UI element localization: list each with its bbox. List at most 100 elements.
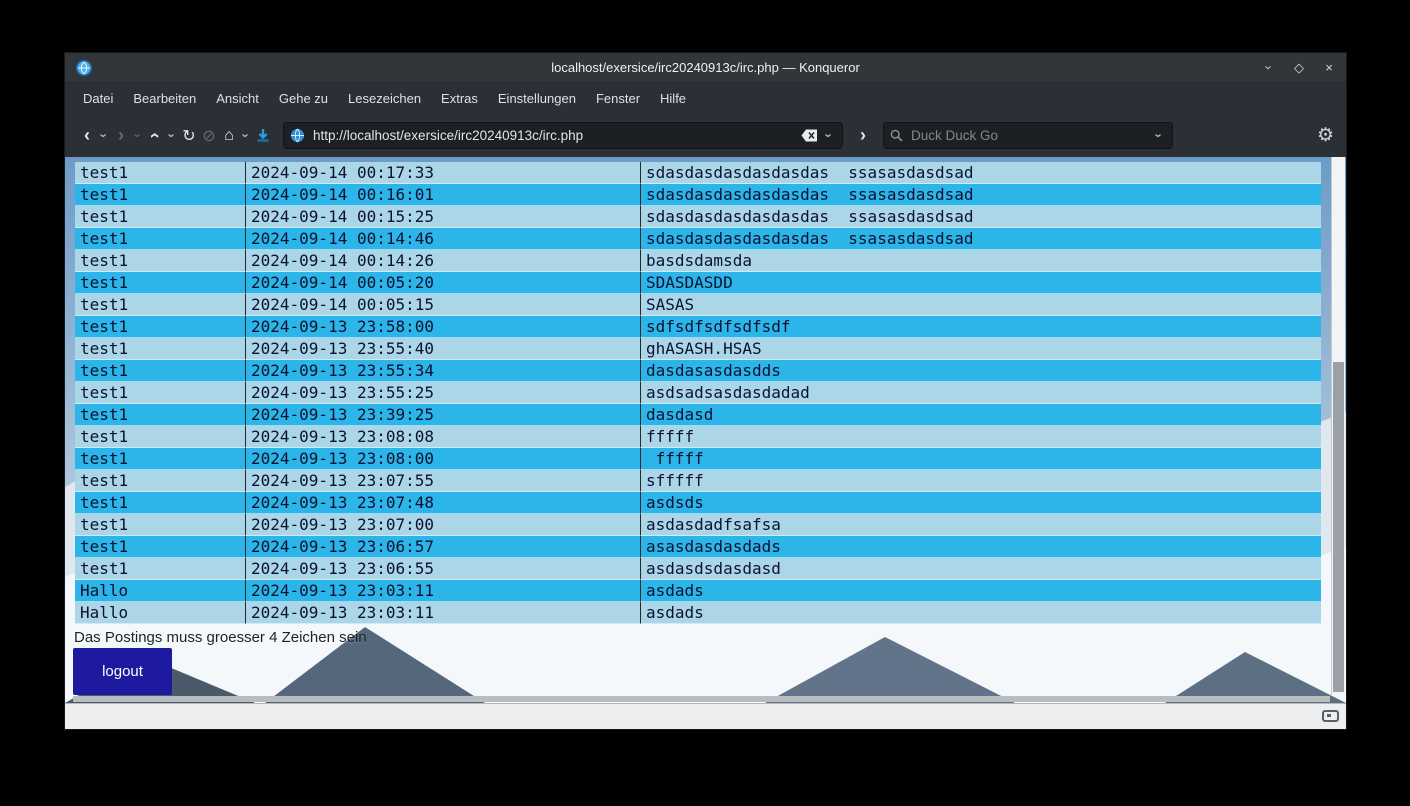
menu-gehe-zu[interactable]: Gehe zu [269, 86, 338, 111]
menu-lesezeichen[interactable]: Lesezeichen [338, 86, 431, 111]
search-engine-dropdown-icon[interactable]: › [1152, 129, 1167, 143]
url-input[interactable] [311, 127, 797, 144]
back-button[interactable]: ‹ [77, 123, 97, 149]
clear-url-icon[interactable] [801, 129, 818, 142]
time-cell: 2024-09-14 00:16:01 [245, 184, 640, 206]
chat-table: test12024-09-14 00:17:33sdasdasdasdasdas… [75, 162, 1321, 624]
message-cell: sdasdasdasdasdasdas ssasasdasdsad [640, 206, 1321, 228]
up-dropdown-icon[interactable]: › [165, 129, 180, 143]
time-cell: 2024-09-14 00:14:46 [245, 228, 640, 250]
user-cell: test1 [75, 448, 245, 470]
message-cell: asdsadsasdasdadad [640, 382, 1321, 404]
time-cell: 2024-09-13 23:55:40 [245, 338, 640, 360]
time-cell: 2024-09-13 23:06:55 [245, 558, 640, 580]
time-cell: 2024-09-13 23:08:00 [245, 448, 640, 470]
minimize-icon: › [1262, 65, 1277, 69]
chat-row: test12024-09-13 23:55:25asdsadsasdasdada… [75, 382, 1321, 404]
time-cell: 2024-09-13 23:08:08 [245, 426, 640, 448]
chat-row: test12024-09-13 23:06:57asasdasdasdads [75, 536, 1321, 558]
forward-button[interactable]: › [111, 123, 131, 149]
user-cell: test1 [75, 272, 245, 294]
back-icon: ‹ [84, 125, 90, 146]
status-bar [65, 703, 1346, 729]
close-icon: × [1325, 60, 1333, 75]
url-bar[interactable]: › [283, 122, 843, 149]
chat-row: test12024-09-13 23:08:08fffff [75, 426, 1321, 448]
menu-bearbeiten[interactable]: Bearbeiten [123, 86, 206, 111]
time-cell: 2024-09-13 23:07:00 [245, 514, 640, 536]
back-history-dropdown-icon[interactable]: › [97, 129, 112, 143]
user-cell: test1 [75, 228, 245, 250]
up-button[interactable]: ‹ [145, 123, 165, 149]
navigation-toolbar: ‹ › › › ‹ › ↻ ⊘ ⌂ › [65, 114, 1346, 158]
close-button[interactable]: × [1322, 60, 1336, 75]
chat-row: test12024-09-13 23:06:55asdasdsdasdasd [75, 558, 1321, 580]
chat-row: test12024-09-13 23:07:55sfffff [75, 470, 1321, 492]
stop-button[interactable]: ⊘ [199, 123, 219, 149]
time-cell: 2024-09-13 23:07:55 [245, 470, 640, 492]
vertical-scrollbar-thumb[interactable] [1333, 362, 1344, 692]
user-cell: test1 [75, 184, 245, 206]
user-cell: Hallo [75, 602, 245, 624]
message-cell: asasdasdasdads [640, 536, 1321, 558]
time-cell: 2024-09-13 23:58:00 [245, 316, 640, 338]
menu-extras[interactable]: Extras [431, 86, 488, 111]
go-icon: › [860, 125, 866, 146]
user-cell: test1 [75, 470, 245, 492]
chat-row: test12024-09-14 00:05:20SDASDASDD [75, 272, 1321, 294]
chat-row: test12024-09-14 00:05:15SASAS [75, 294, 1321, 316]
time-cell: 2024-09-13 23:55:25 [245, 382, 640, 404]
home-dropdown-icon[interactable]: › [239, 129, 254, 143]
url-dropdown-icon[interactable]: › [822, 129, 837, 143]
user-cell: test1 [75, 536, 245, 558]
forward-history-dropdown-icon[interactable]: › [131, 129, 146, 143]
message-cell: asdsds [640, 492, 1321, 514]
time-cell: 2024-09-13 23:03:11 [245, 602, 640, 624]
home-icon: ⌂ [224, 127, 234, 145]
chat-row: test12024-09-14 00:14:26basdsdamsda [75, 250, 1321, 272]
konqueror-window: localhost/exersice/irc20240913c/irc.php … [65, 53, 1346, 729]
time-cell: 2024-09-14 00:05:20 [245, 272, 640, 294]
user-cell: test1 [75, 514, 245, 536]
chat-row: test12024-09-13 23:07:48asdsds [75, 492, 1321, 514]
menu-hilfe[interactable]: Hilfe [650, 86, 696, 111]
minimize-button[interactable]: › [1262, 60, 1276, 75]
user-cell: test1 [75, 558, 245, 580]
menu-einstellungen[interactable]: Einstellungen [488, 86, 586, 111]
time-cell: 2024-09-13 23:06:57 [245, 536, 640, 558]
maximize-icon: ◇ [1294, 60, 1304, 75]
search-input[interactable] [909, 127, 1152, 144]
statusbar-display-icon [1322, 710, 1339, 722]
time-cell: 2024-09-13 23:07:48 [245, 492, 640, 514]
message-cell: asdasdsdasdasd [640, 558, 1321, 580]
download-icon [255, 128, 271, 144]
user-cell: test1 [75, 316, 245, 338]
go-button[interactable]: › [853, 123, 873, 149]
user-cell: test1 [75, 338, 245, 360]
user-cell: test1 [75, 250, 245, 272]
search-icon [890, 129, 903, 142]
titlebar[interactable]: localhost/exersice/irc20240913c/irc.php … [65, 53, 1346, 82]
time-cell: 2024-09-14 00:17:33 [245, 162, 640, 184]
menu-datei[interactable]: Datei [73, 86, 123, 111]
search-bar[interactable]: › [883, 122, 1173, 149]
menu-fenster[interactable]: Fenster [586, 86, 650, 111]
download-button[interactable] [253, 123, 273, 149]
logout-button[interactable]: logout [73, 648, 172, 695]
chat-row: test12024-09-13 23:55:34dasdasasdasdds [75, 360, 1321, 382]
user-cell: test1 [75, 162, 245, 184]
menu-ansicht[interactable]: Ansicht [206, 86, 269, 111]
time-cell: 2024-09-14 00:15:25 [245, 206, 640, 228]
maximize-button[interactable]: ◇ [1292, 60, 1306, 76]
chat-row: test12024-09-13 23:58:00sdfsdfsdfsdfsdf [75, 316, 1321, 338]
reload-button[interactable]: ↻ [179, 123, 199, 149]
settings-gear-icon[interactable]: ⚙ [1317, 124, 1334, 147]
forward-icon: › [118, 125, 124, 146]
message-cell: ghASASH.HSAS [640, 338, 1321, 360]
message-cell: fffff [640, 448, 1321, 470]
home-button[interactable]: ⌂ [219, 123, 239, 149]
chat-row: test12024-09-13 23:07:00asdasdadfsafsa [75, 514, 1321, 536]
horizontal-scrollbar[interactable] [73, 696, 1330, 702]
user-cell: test1 [75, 404, 245, 426]
vertical-scrollbar[interactable] [1331, 157, 1345, 695]
